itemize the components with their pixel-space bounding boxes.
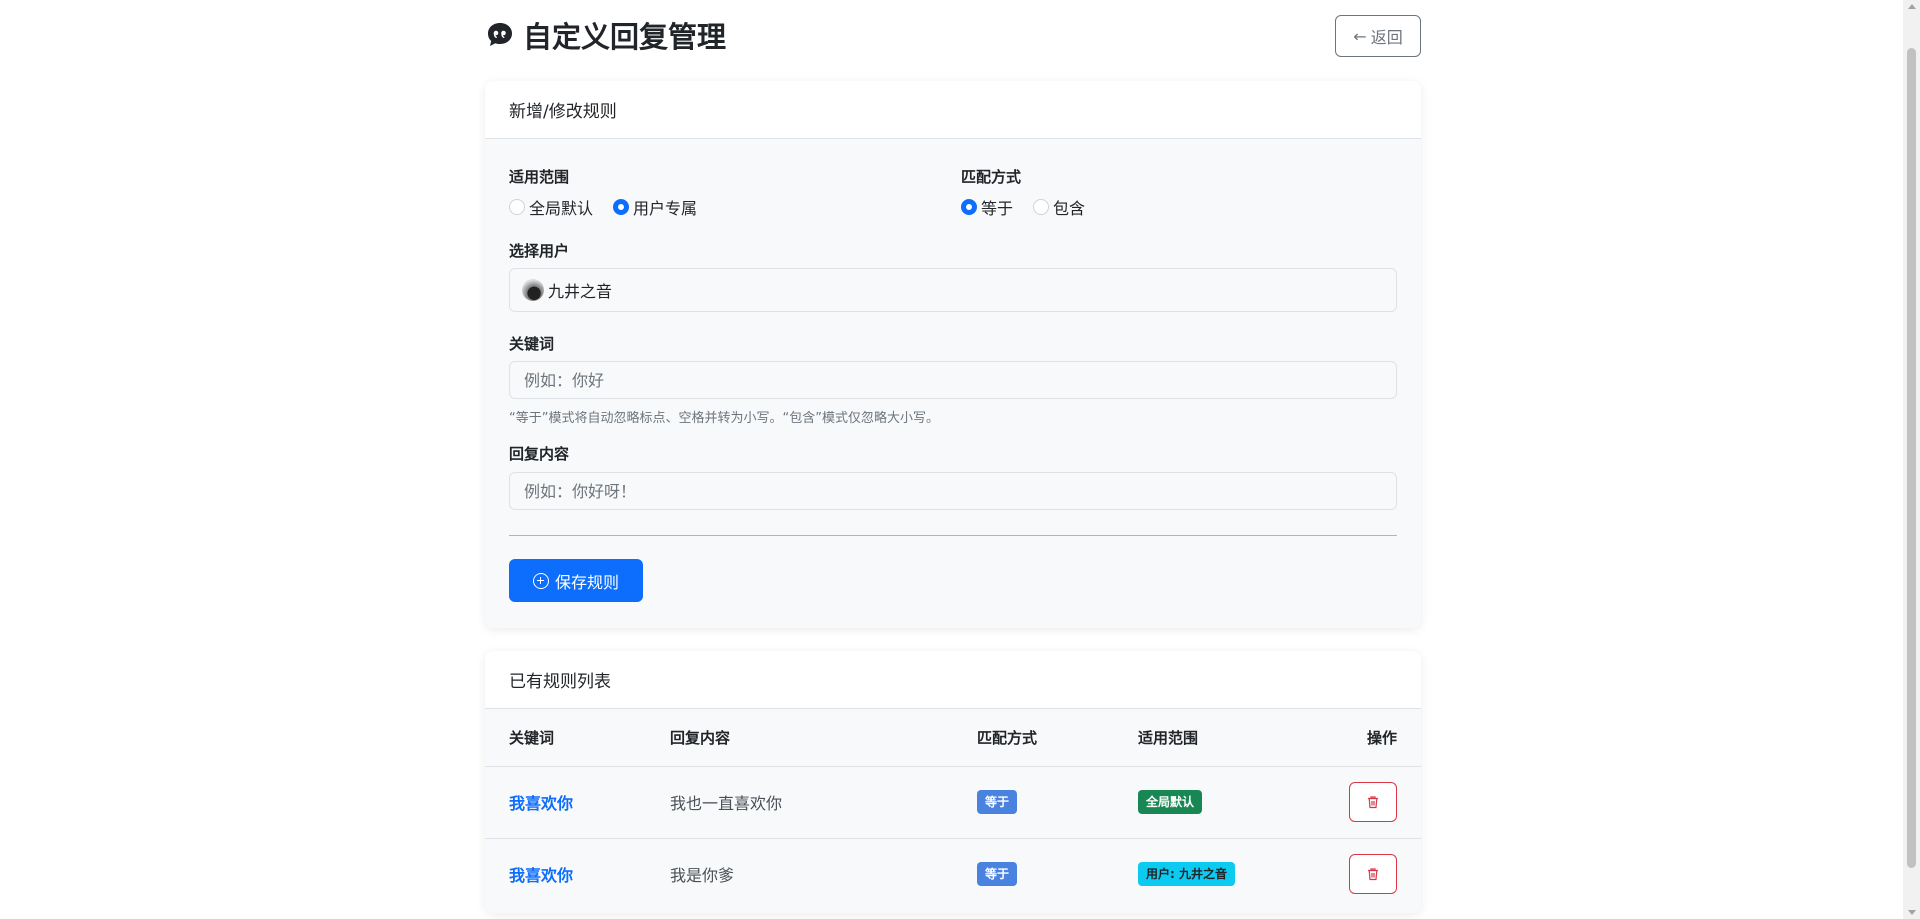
scope-cell: 用户: 九井之音 — [1114, 838, 1314, 910]
keyword-label: 关键词 — [509, 335, 555, 353]
scroll-up-icon[interactable] — [1908, 4, 1916, 9]
actions-cell — [1314, 766, 1421, 839]
match-cell: 等于 — [953, 766, 1114, 839]
scope-option-global[interactable]: 全局默认 — [509, 195, 593, 219]
keyword-cell: 我喜欢你 — [485, 838, 646, 910]
scope-option-user-label: 用户专属 — [633, 199, 698, 218]
page-title: 自定义回复管理 — [485, 14, 726, 56]
match-radio-group: 等于 包含 — [961, 195, 1097, 219]
match-badge: 等于 — [977, 790, 1018, 814]
back-button-label: 返回 — [1370, 28, 1403, 47]
delete-rule-button[interactable] — [1349, 782, 1397, 822]
table-row: 我喜欢你 我也一直喜欢你 等于 全局默认 — [485, 766, 1421, 839]
reply-cell: 我是你爹 — [670, 866, 735, 886]
scroll-down-icon[interactable] — [1908, 910, 1916, 915]
rules-list-card: 已有规则列表 关键词 回复内容 匹配方式 适用范围 操作 我喜欢你 我也一直喜欢… — [485, 651, 1421, 913]
page-title-text: 自定义回复管理 — [523, 20, 727, 54]
save-rule-button-label: 保存规则 — [554, 572, 619, 592]
match-option-equals[interactable]: 等于 — [961, 195, 1013, 219]
rule-form-card: 新增/修改规则 适用范围 全局默认 用户专属 匹配方式 等于 包含 选择用户 九… — [485, 81, 1421, 628]
delete-rule-button[interactable] — [1349, 854, 1397, 895]
trash-icon — [1368, 796, 1378, 809]
scope-badge: 全局默认 — [1138, 790, 1203, 814]
keyword-input[interactable] — [522, 369, 1384, 391]
match-cell: 等于 — [953, 838, 1114, 910]
match-option-contains-label: 包含 — [1053, 199, 1086, 218]
radio-unchecked-icon[interactable] — [509, 199, 525, 215]
save-rule-button[interactable]: 保存规则 — [509, 559, 643, 602]
rules-list-card-header: 已有规则列表 — [485, 651, 1421, 709]
chat-quote-icon — [488, 23, 512, 46]
avatar — [522, 279, 544, 301]
user-select[interactable]: 九井之音 — [509, 268, 1397, 312]
keyword-help-text: “等于”模式将自动忽略标点、空格并转为小写。“包含”模式仅忽略大小写。 — [509, 411, 939, 426]
match-badge: 等于 — [977, 862, 1018, 887]
rule-keyword-link[interactable]: 我喜欢你 — [509, 866, 573, 885]
back-button[interactable]: ← 返回 — [1335, 15, 1421, 57]
rules-table: 关键词 回复内容 匹配方式 适用范围 操作 我喜欢你 我也一直喜欢你 等于 全局… — [485, 709, 1421, 910]
radio-checked-icon[interactable] — [961, 199, 977, 215]
rule-form-card-title: 新增/修改规则 — [509, 102, 617, 122]
scope-radio-group: 全局默认 用户专属 — [509, 195, 709, 219]
table-header-row: 关键词 回复内容 匹配方式 适用范围 操作 — [485, 709, 1421, 767]
scope-option-user[interactable]: 用户专属 — [613, 195, 697, 219]
page-container: 自定义回复管理 ← 返回 新增/修改规则 适用范围 全局默认 用户专属 匹配方式… — [485, 0, 1421, 913]
trash-icon — [1368, 868, 1378, 881]
column-header-match: 匹配方式 — [953, 709, 1114, 767]
column-header-scope: 适用范围 — [1114, 709, 1314, 767]
reply-field — [509, 472, 1397, 510]
reply-label: 回复内容 — [509, 445, 570, 463]
rule-form-card-header: 新增/修改规则 — [485, 81, 1421, 139]
keyword-cell: 我喜欢你 — [485, 766, 646, 839]
table-row: 我喜欢你 我是你爹 等于 用户: 九井之音 — [485, 838, 1421, 910]
arrow-left-icon: ← — [1353, 26, 1367, 46]
scope-badge: 用户: 九井之音 — [1138, 862, 1235, 887]
reply-input[interactable] — [522, 480, 1384, 502]
column-header-actions: 操作 — [1314, 709, 1421, 767]
scope-label: 适用范围 — [509, 168, 570, 186]
user-label: 选择用户 — [509, 242, 570, 260]
page-scrollbar[interactable] — [1903, 0, 1920, 919]
scrollbar-thumb[interactable] — [1907, 48, 1916, 868]
reply-cell: 我也一直喜欢你 — [646, 766, 953, 839]
rule-keyword-link[interactable]: 我喜欢你 — [509, 794, 573, 813]
radio-unchecked-icon[interactable] — [1033, 199, 1050, 215]
match-label: 匹配方式 — [961, 168, 1022, 186]
user-select-value: 九井之音 — [548, 282, 613, 301]
radio-checked-icon[interactable] — [613, 199, 630, 215]
scope-cell: 全局默认 — [1114, 766, 1314, 839]
plus-circle-icon — [532, 572, 549, 589]
form-divider — [509, 535, 1397, 536]
column-header-reply: 回复内容 — [646, 709, 953, 767]
match-option-contains[interactable]: 包含 — [1033, 195, 1085, 219]
match-option-equals-label: 等于 — [981, 199, 1014, 218]
rules-list-card-title: 已有规则列表 — [509, 672, 611, 692]
page-header: 自定义回复管理 ← 返回 — [485, 0, 1421, 80]
actions-cell — [1314, 838, 1421, 910]
column-header-keyword: 关键词 — [485, 709, 646, 767]
scope-option-global-label: 全局默认 — [529, 199, 594, 218]
keyword-field — [509, 361, 1397, 399]
